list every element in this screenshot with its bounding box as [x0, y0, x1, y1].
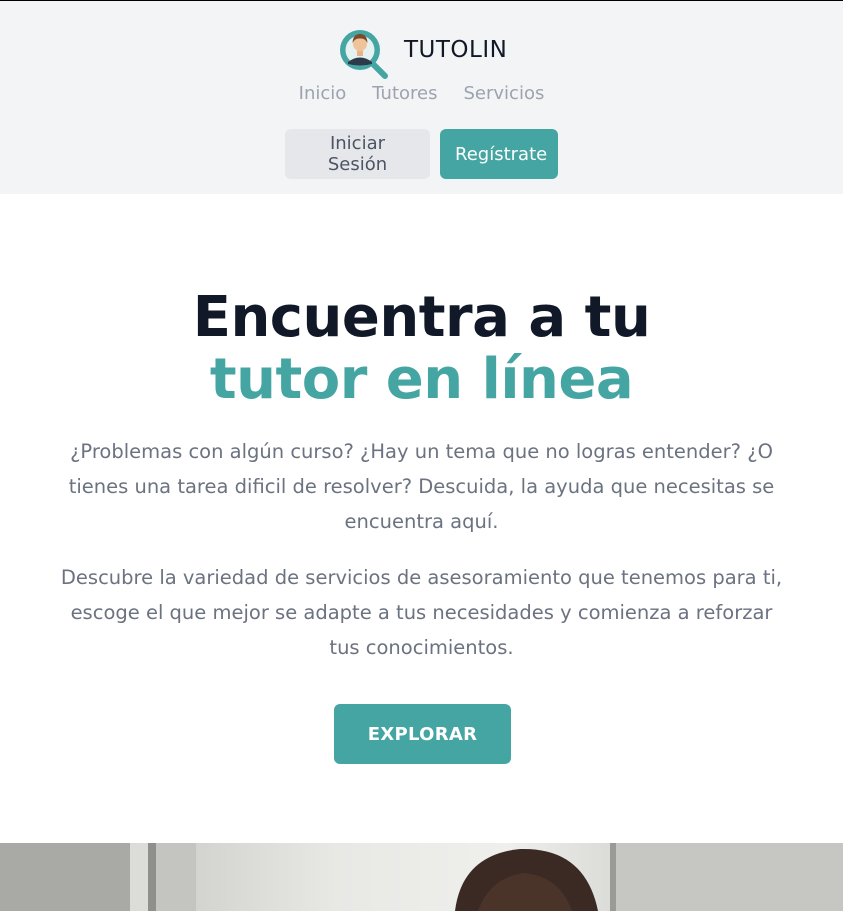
- nav-item-inicio[interactable]: Inicio: [299, 83, 347, 104]
- register-button[interactable]: Regístrate: [440, 129, 558, 179]
- hero-title-line2: tutor en línea: [209, 347, 634, 412]
- auth-buttons: Iniciar Sesión Regístrate: [0, 129, 843, 179]
- hero-paragraph-1: ¿Problemas con algún curso? ¿Hay un tema…: [68, 440, 775, 533]
- nav-item-servicios[interactable]: Servicios: [464, 83, 545, 104]
- hero-title-line1: Encuentra a tu: [192, 285, 651, 350]
- brand[interactable]: TUTOLIN: [336, 23, 507, 81]
- magnifier-tutor-avatar-icon: [340, 30, 388, 79]
- hero-title: Encuentra a tu tutor en línea: [0, 287, 843, 411]
- student-photo-art: [0, 843, 843, 911]
- brand-name: TUTOLIN: [404, 37, 508, 63]
- hero-paragraph-2: Descubre la variedad de servicios de ase…: [60, 566, 783, 659]
- main-nav: Inicio Tutores Servicios: [0, 83, 843, 104]
- site-header: TUTOLIN Inicio Tutores Servicios Iniciar…: [0, 1, 843, 194]
- nav-item-tutores[interactable]: Tutores: [372, 83, 437, 104]
- explore-button[interactable]: EXPLORAR: [334, 704, 511, 764]
- login-button[interactable]: Iniciar Sesión: [285, 129, 430, 179]
- student-photo: [0, 843, 843, 911]
